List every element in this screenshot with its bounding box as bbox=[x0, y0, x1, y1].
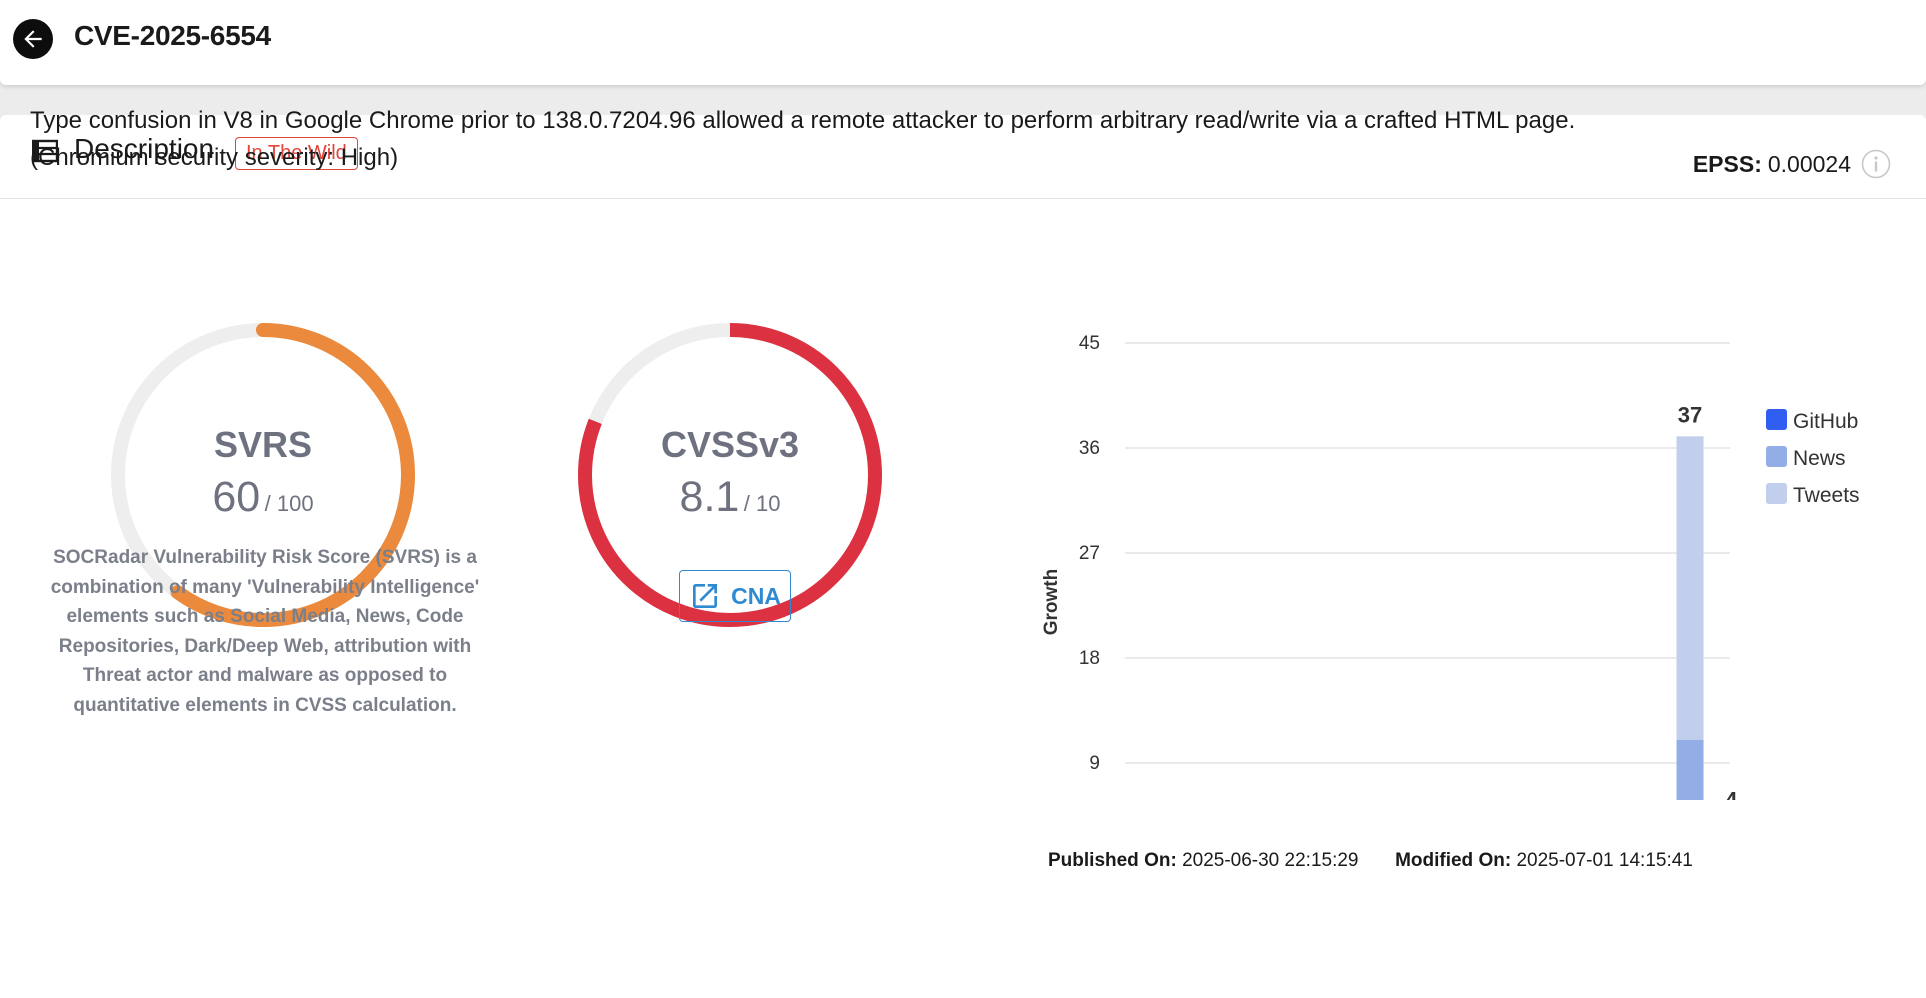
cvss-score-max: / 10 bbox=[743, 491, 781, 516]
cve-id-title: CVE-2025-6554 bbox=[74, 20, 271, 51]
info-icon[interactable] bbox=[1861, 149, 1891, 179]
legend-swatch bbox=[1766, 409, 1787, 430]
svrs-title: SVRS bbox=[213, 424, 313, 465]
cvss-score-value: 8.1 bbox=[679, 473, 740, 521]
legend-swatch bbox=[1766, 446, 1787, 467]
dates-row: Published On: 2025-06-30 22:15:29 Modifi… bbox=[1048, 850, 1693, 872]
svrs-description: SOCRadar Vulnerability Risk Score (SVRS)… bbox=[50, 547, 480, 716]
svrs-score-value: 60 bbox=[212, 473, 261, 521]
y-tick-label: 27 bbox=[1079, 543, 1100, 564]
legend-item-label: GitHub bbox=[1793, 410, 1858, 433]
published-label: Published On: bbox=[1048, 850, 1177, 871]
y-tick-label: 45 bbox=[1079, 333, 1100, 354]
modified-label: Modified On: bbox=[1395, 850, 1512, 871]
y-axis-label: Growth bbox=[1041, 569, 1062, 636]
arrow-left-icon bbox=[24, 30, 42, 48]
modified-value: 2025-07-01 14:15:41 bbox=[1516, 850, 1693, 871]
cvss-score: 8.1 / 10 bbox=[575, 473, 885, 522]
svrs-score: 60 / 100 bbox=[108, 473, 418, 522]
y-tick-label: 36 bbox=[1079, 438, 1100, 459]
bar-total-label: 4 bbox=[1725, 787, 1738, 800]
epss-label: EPSS: bbox=[1692, 150, 1762, 177]
legend-item-label: Tweets bbox=[1793, 484, 1860, 507]
top-bar: CVE-2025-6554 bbox=[0, 0, 1926, 85]
y-tick-label: 9 bbox=[1089, 753, 1100, 774]
cvss-title: CVSSv3 bbox=[660, 424, 800, 465]
growth-chart: Growth 091827364518 Jun20 Jun22 Jun24 Ju… bbox=[1041, 333, 1860, 800]
description-text: Type confusion in V8 in Google Chrome pr… bbox=[30, 107, 1576, 171]
bar-segment bbox=[1676, 436, 1704, 740]
bar-total-label: 37 bbox=[1678, 402, 1702, 427]
epss-score: EPSS: 0.00024 bbox=[1693, 149, 1891, 179]
y-tick-label: 18 bbox=[1079, 648, 1100, 669]
bar-total-label: 3 bbox=[1643, 799, 1655, 800]
legend-swatch bbox=[1766, 483, 1787, 504]
external-link-icon bbox=[693, 584, 718, 608]
back-button[interactable] bbox=[13, 19, 53, 59]
bar-segment bbox=[1676, 739, 1704, 800]
svrs-score-max: / 100 bbox=[264, 491, 314, 516]
legend-item-label: News bbox=[1793, 447, 1846, 470]
cna-link-button[interactable]: CNA bbox=[679, 570, 791, 622]
cna-label: CNA bbox=[731, 582, 781, 609]
published-value: 2025-06-30 22:15:29 bbox=[1182, 850, 1359, 871]
epss-value: 0.00024 bbox=[1767, 150, 1851, 177]
